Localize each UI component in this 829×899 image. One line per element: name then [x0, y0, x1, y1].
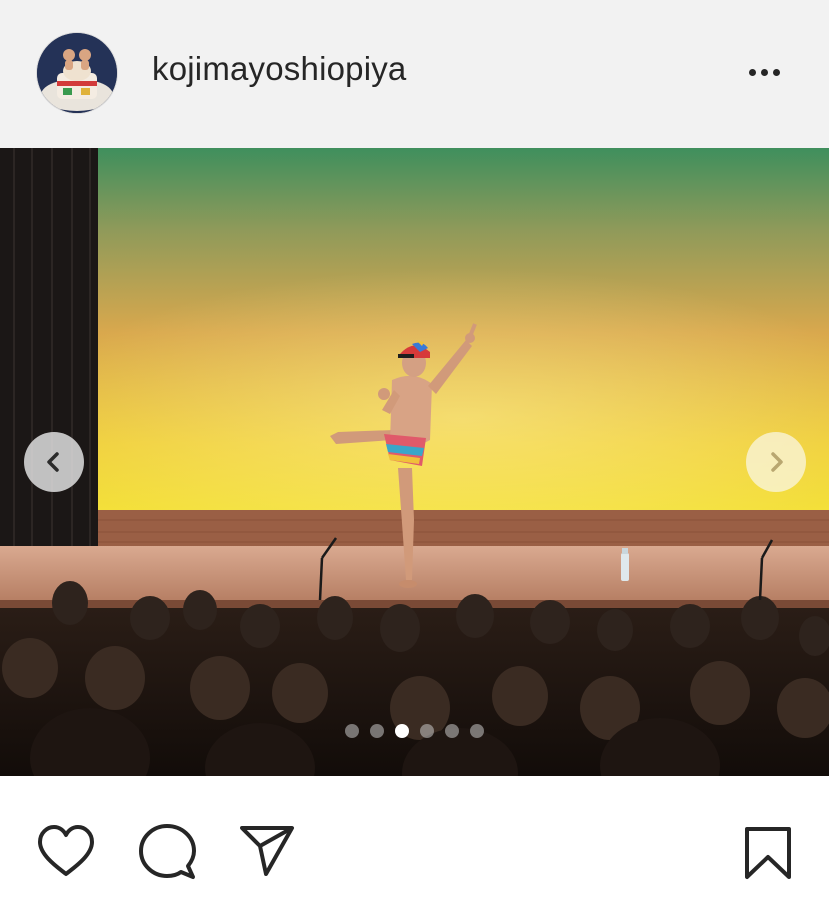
post-header: kojimayoshiopiya: [0, 0, 829, 148]
avatar[interactable]: [36, 32, 118, 114]
comment-bubble-icon: [139, 824, 196, 879]
next-slide-button[interactable]: [746, 432, 806, 492]
more-horizontal-icon: [748, 68, 756, 76]
comment-button[interactable]: [138, 822, 198, 887]
save-button[interactable]: [744, 826, 792, 885]
previous-slide-button[interactable]: [24, 432, 84, 492]
carousel-dot: [345, 724, 359, 738]
chevron-right-icon: [771, 452, 783, 472]
carousel-dot: [445, 724, 459, 738]
more-options-button[interactable]: [736, 55, 792, 89]
carousel-dot: [470, 724, 484, 738]
carousel-indicator: [0, 723, 829, 739]
carousel-dot: [420, 724, 434, 738]
stage-photo: [0, 148, 829, 776]
share-button[interactable]: [238, 824, 296, 883]
username[interactable]: kojimayoshiopiya: [152, 50, 407, 88]
chevron-left-icon: [47, 452, 59, 472]
heart-icon: [38, 825, 94, 876]
like-button[interactable]: [36, 824, 96, 885]
carousel-dot-active: [395, 724, 409, 738]
avatar-image: [37, 33, 117, 113]
post-actions: [0, 776, 829, 899]
post-photo[interactable]: [0, 148, 829, 776]
paper-plane-icon: [240, 826, 294, 876]
bookmark-icon: [745, 827, 791, 879]
carousel-dot: [370, 724, 384, 738]
